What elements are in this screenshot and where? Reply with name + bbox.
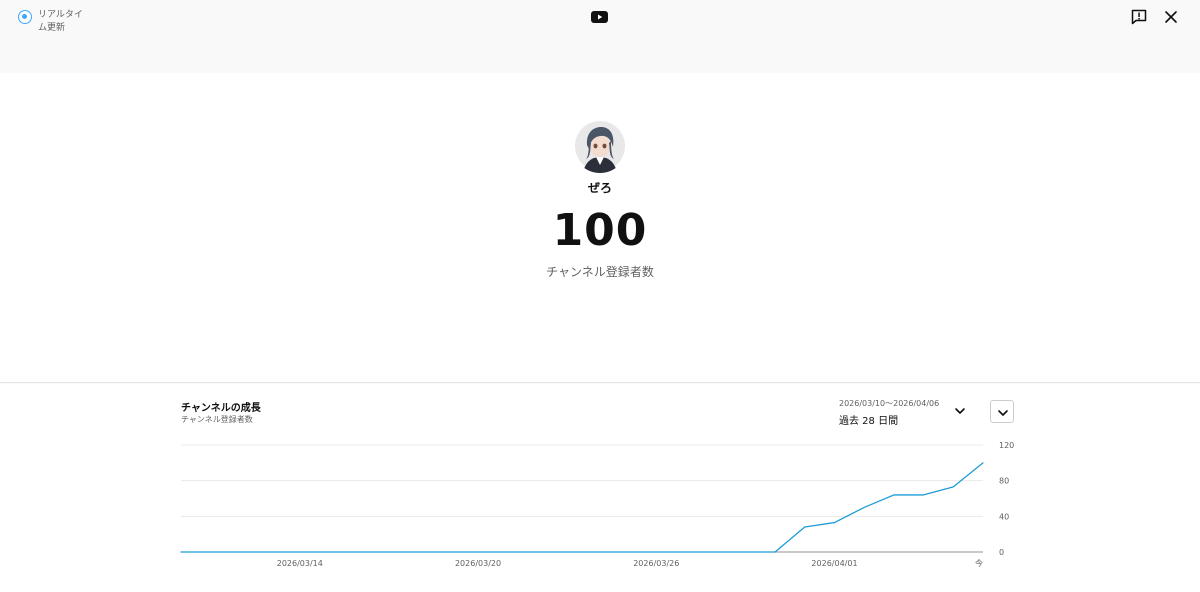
y-tick-label: 0	[999, 548, 1004, 557]
avatar-image	[575, 121, 625, 173]
series-point	[893, 494, 895, 496]
channel-avatar	[573, 119, 627, 173]
series-point	[952, 486, 954, 488]
y-tick-label: 80	[999, 477, 1009, 486]
x-tick-label: 今	[975, 558, 983, 568]
close-icon[interactable]	[1162, 8, 1180, 26]
realtime-radio-icon[interactable]	[18, 10, 32, 24]
feedback-icon[interactable]	[1130, 8, 1148, 26]
top-bar: リアルタイム更新	[0, 0, 1200, 73]
series-point	[804, 526, 806, 528]
subscriber-count: 100	[552, 205, 648, 256]
x-tick-label: 2026/03/14	[277, 559, 323, 568]
y-tick-label: 120	[999, 441, 1014, 450]
series-point	[982, 462, 984, 464]
subscriber-count-label: チャンネル登録者数	[546, 265, 654, 279]
series-point	[833, 521, 836, 524]
realtime-label: リアルタイム更新	[38, 10, 83, 33]
x-tick-label: 2026/04/01	[811, 559, 857, 568]
series-point	[922, 494, 925, 496]
youtube-icon	[591, 11, 608, 23]
subscriber-growth-chart: 0 40 80 120 2026/03/14 2026/03/20 2026/03/26 20…	[180, 441, 1014, 568]
x-tick-label: 2026/03/20	[455, 559, 501, 568]
series-point	[863, 506, 865, 509]
subscriber-counter-page: リアルタイム更新 ぜろ 100 チャンネル登録者数 チャンネルの成長 チャンネル…	[0, 0, 1200, 592]
series-point	[774, 551, 776, 553]
series-line	[181, 462, 984, 553]
subscriber-card: ぜろ 100 チャンネル登録者数	[0, 73, 1200, 383]
x-tick-label: 2026/03/26	[633, 559, 679, 568]
channel-name: ぜろ	[587, 181, 612, 195]
series-point	[180, 551, 182, 553]
realtime-toggle[interactable]: リアルタイム更新	[18, 9, 86, 35]
y-tick-label: 40	[999, 512, 1009, 521]
